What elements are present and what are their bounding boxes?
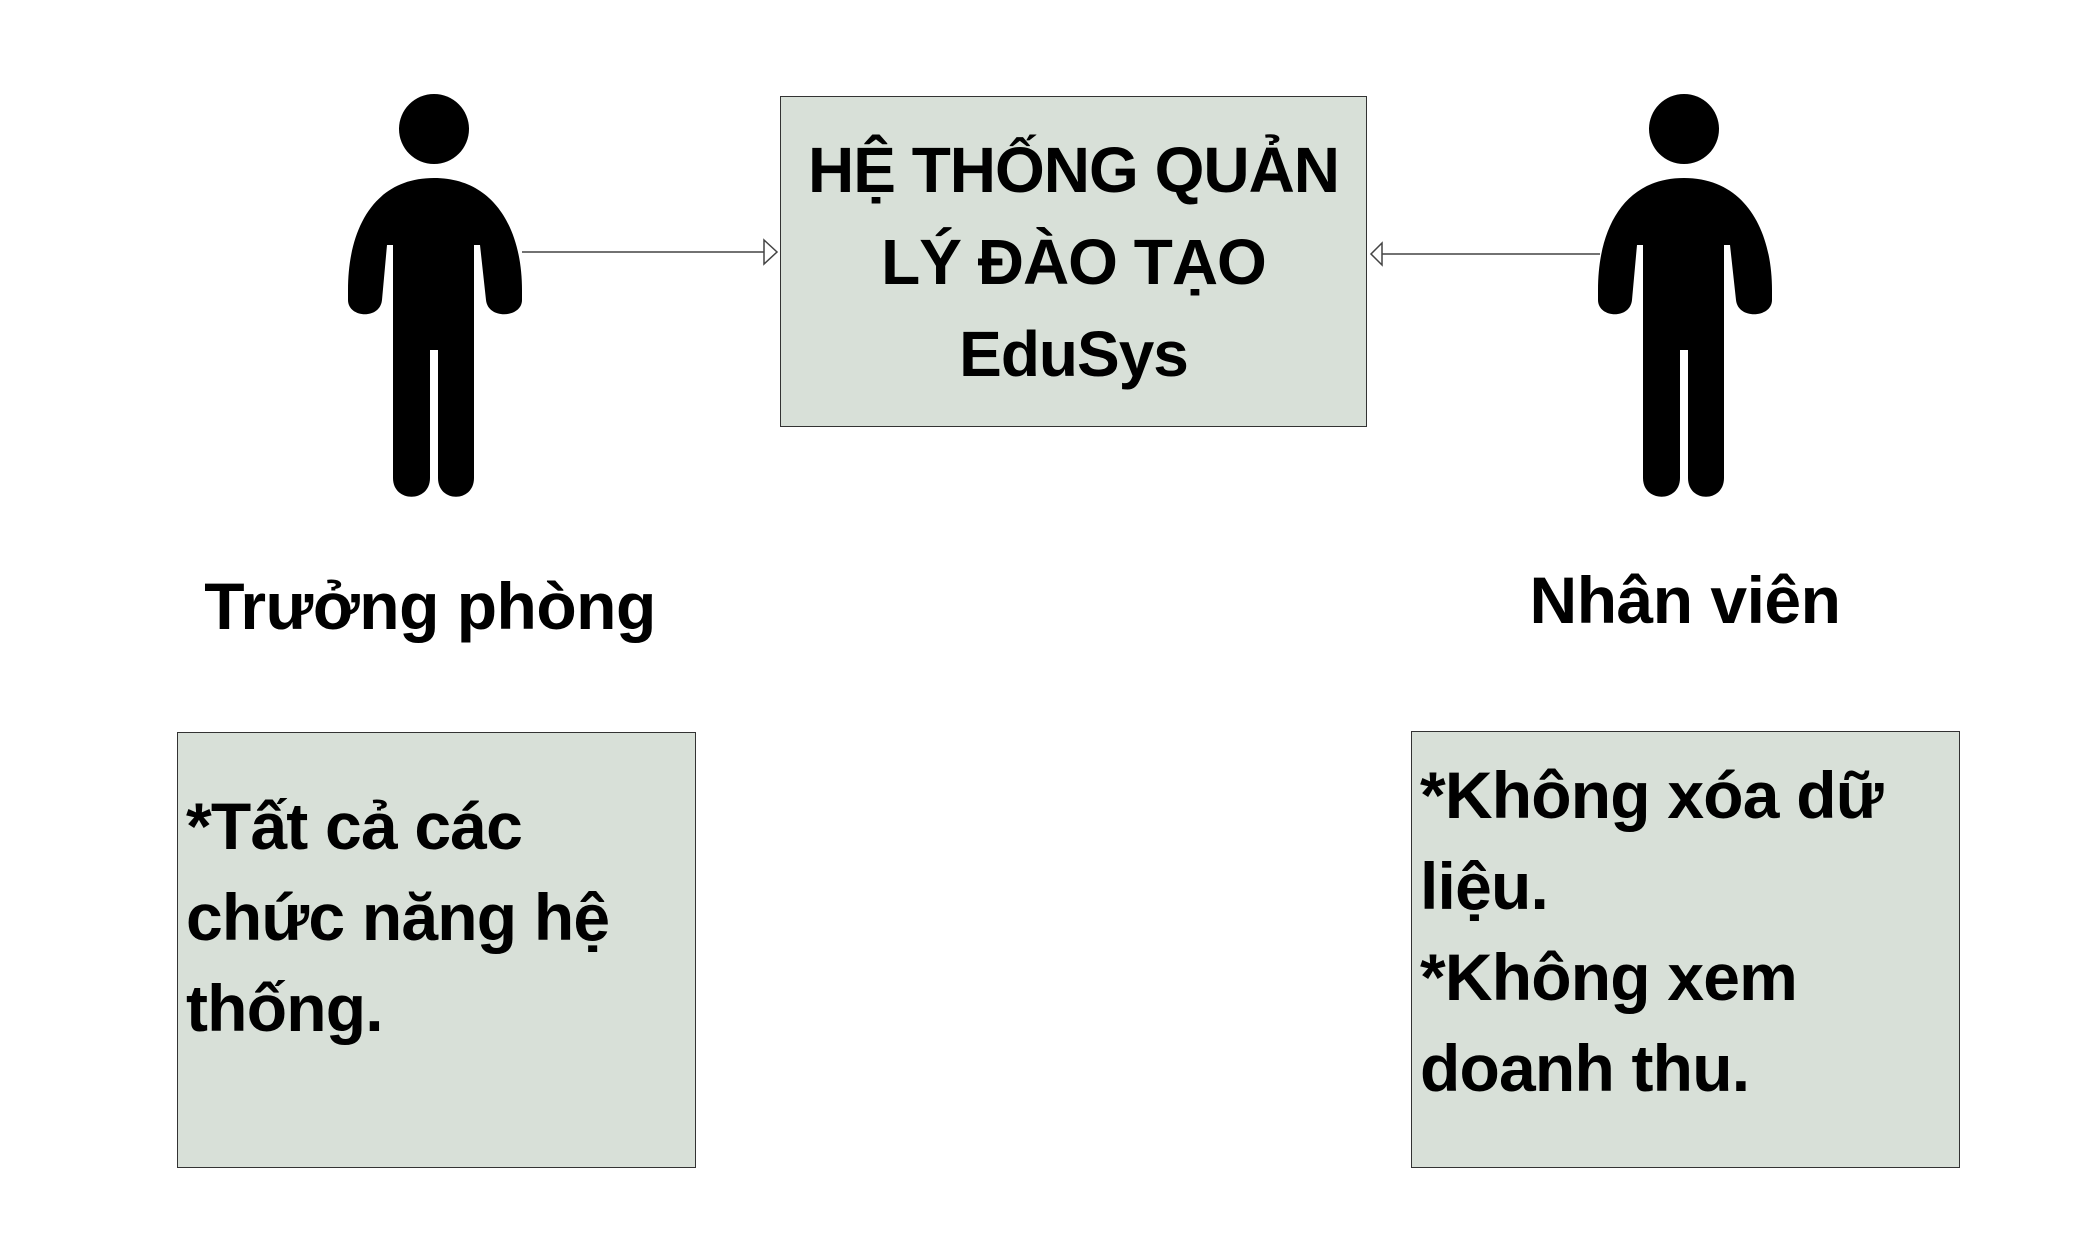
- arrowhead-right: [1369, 241, 1383, 267]
- system-title-line: LÝ ĐÀO TẠO: [881, 225, 1267, 298]
- note-text: *Tất cả các chức năng hệ thống.: [186, 781, 687, 1054]
- note-line: doanh thu.: [1420, 1031, 1750, 1105]
- note-line: *Không xóa dữ: [1420, 758, 1884, 832]
- actor-figure-truong-phong: [348, 94, 522, 497]
- system-title-line: EduSys: [959, 317, 1189, 390]
- note-line: chức năng hệ: [186, 880, 610, 954]
- note-line: *Không xem: [1420, 940, 1798, 1014]
- actor-figure-nhan-vien: [1598, 94, 1772, 497]
- note-box-nhan-vien: *Không xóa dữ liệu. *Không xem doanh thu…: [1411, 731, 1960, 1168]
- arrowhead-left: [763, 238, 779, 266]
- system-title: HỆ THỐNG QUẢN LÝ ĐÀO TẠO EduSys: [808, 124, 1340, 400]
- note-line: thống.: [186, 971, 384, 1045]
- note-box-truong-phong: *Tất cả các chức năng hệ thống.: [177, 732, 696, 1168]
- actor-label-nhan-vien: Nhân viên: [1529, 563, 1841, 637]
- actor-label-truong-phong: Trưởng phòng: [204, 569, 656, 643]
- connector-right-to-system: [1369, 241, 1600, 267]
- use-case-diagram: HỆ THỐNG QUẢN LÝ ĐÀO TẠO EduSys Trưởng p…: [0, 0, 2100, 1248]
- note-line: *Tất cả các: [186, 789, 523, 863]
- note-text: *Không xóa dữ liệu. *Không xem doanh thu…: [1420, 750, 1951, 1114]
- connector-left-to-system: [522, 238, 779, 266]
- system-box: HỆ THỐNG QUẢN LÝ ĐÀO TẠO EduSys: [780, 96, 1367, 427]
- note-line: liệu.: [1420, 849, 1549, 923]
- system-title-line: HỆ THỐNG QUẢN: [808, 133, 1340, 206]
